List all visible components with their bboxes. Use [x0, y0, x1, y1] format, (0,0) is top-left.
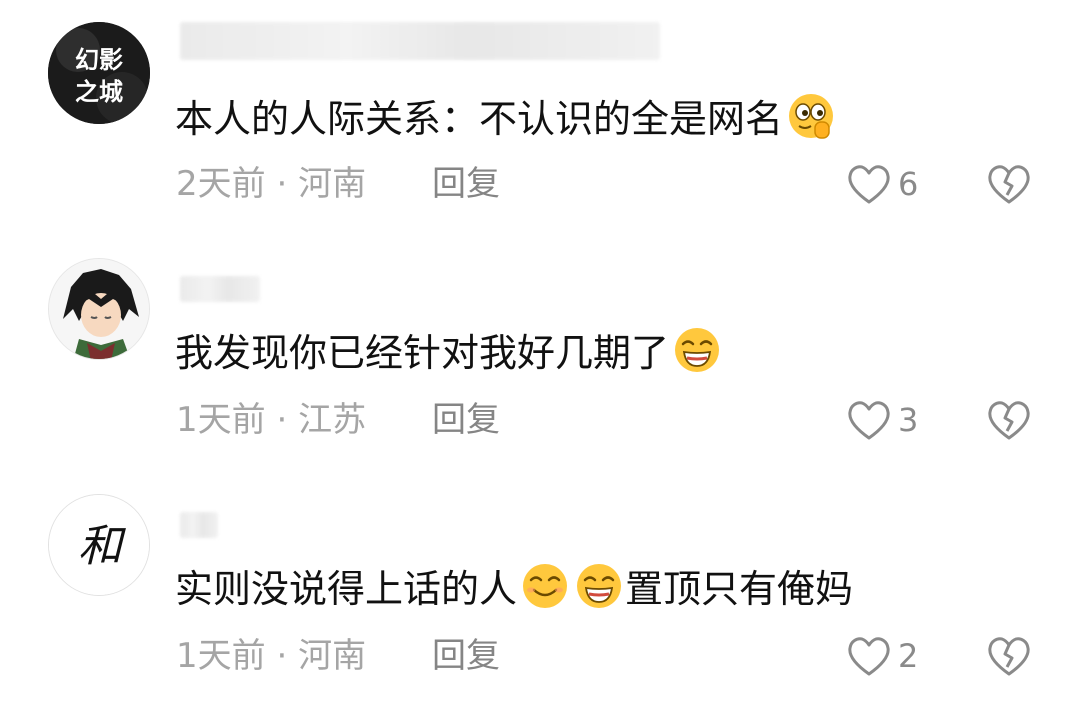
calligraphy-avatar-icon: 和 [49, 495, 149, 595]
comment-meta: 1天前 · 河南 [176, 634, 366, 678]
grinning-face-icon [577, 564, 622, 608]
comment-text-body: 本人的人际关系：不认识的全是网名 [175, 97, 784, 141]
comment-meta: 1天前 · 江苏 [176, 398, 366, 442]
heart-outline-icon[interactable] [846, 636, 892, 678]
username-redacted[interactable] [180, 276, 260, 302]
comment-text-body: 实则没说得上话的人 [175, 567, 518, 611]
comment-text: 我发现你已经针对我好几期了 [175, 324, 723, 379]
meta-separator: · [276, 636, 288, 676]
broken-heart-icon[interactable] [986, 164, 1032, 206]
avatar-text-top: 幻影 [75, 45, 123, 74]
comment-location: 江苏 [298, 400, 367, 440]
like-count: 6 [898, 165, 919, 203]
heart-outline-icon[interactable] [846, 400, 892, 442]
comment-meta: 2天前 · 河南 [176, 162, 366, 206]
broken-heart-icon[interactable] [986, 636, 1032, 678]
comment-time: 1天前 [176, 400, 266, 440]
username-redacted[interactable] [180, 512, 218, 538]
reply-button[interactable]: 回复 [432, 398, 500, 442]
like-count: 2 [898, 637, 919, 675]
comment-time: 2天前 [176, 164, 266, 204]
reply-button[interactable]: 回复 [432, 162, 500, 206]
comment-text-body: 我发现你已经针对我好几期了 [175, 331, 670, 375]
comment-location: 河南 [298, 636, 367, 676]
reply-button[interactable]: 回复 [432, 634, 500, 678]
avatar-logo-icon: 幻影 之城 [48, 22, 150, 124]
username-redacted[interactable] [180, 22, 660, 60]
heart-outline-icon[interactable] [846, 164, 892, 206]
broken-heart-icon[interactable] [986, 400, 1032, 442]
avatar[interactable]: 和 [48, 494, 150, 596]
comment-text: 实则没说得上话的人 置顶只有俺妈 [175, 560, 853, 615]
grinning-face-icon [675, 328, 720, 372]
comment-item: 和 实则没说得上话的人 置顶只有俺妈 1天前 · 河南 回复 2 [0, 472, 1085, 708]
comment-text-tail: 置顶只有俺妈 [625, 567, 854, 611]
comment-time: 1天前 [176, 636, 266, 676]
anime-character-avatar-icon [49, 259, 149, 359]
smiling-face-icon [523, 564, 568, 608]
comment-location: 河南 [298, 164, 367, 204]
peeking-hand-face-icon [789, 94, 834, 139]
avatar[interactable]: 幻影 之城 [48, 22, 150, 124]
meta-separator: · [276, 164, 288, 204]
comment-item: 我发现你已经针对我好几期了 1天前 · 江苏 回复 3 [0, 236, 1085, 472]
like-count: 3 [898, 401, 919, 439]
comment-text: 本人的人际关系：不认识的全是网名 [175, 90, 837, 145]
comment-item: 幻影 之城 本人的人际关系：不认识的全是网名 2天前 · 河南 回复 6 [0, 0, 1085, 236]
avatar-text-bottom: 之城 [75, 77, 123, 106]
meta-separator: · [276, 400, 288, 440]
avatar-text: 和 [78, 521, 126, 572]
avatar[interactable] [48, 258, 150, 360]
